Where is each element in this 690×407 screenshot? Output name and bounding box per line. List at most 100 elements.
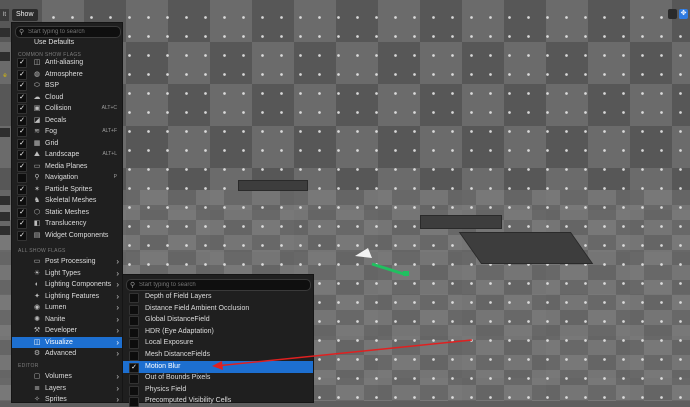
viewport-options-button[interactable]: lt bbox=[0, 9, 9, 21]
toolbar-icon-button[interactable] bbox=[668, 9, 677, 19]
developer-icon: ⚒ bbox=[33, 327, 41, 334]
submenu-lighting-features[interactable]: ✦ Lighting Features › bbox=[12, 291, 122, 302]
submenu-developer[interactable]: ⚒ Developer › bbox=[12, 325, 122, 336]
visualize-flag-item[interactable]: Physics Field bbox=[123, 384, 313, 396]
visualize-flag-item[interactable]: Precomputed Visibility Cells bbox=[123, 395, 313, 407]
checkbox[interactable]: ✓ bbox=[17, 161, 27, 172]
submenu-sprites[interactable]: ✧ Sprites › bbox=[12, 394, 122, 405]
checkbox[interactable]: ✓ bbox=[17, 69, 27, 80]
checkbox[interactable] bbox=[129, 327, 139, 338]
submenu-light-types[interactable]: ☀ Light Types › bbox=[12, 268, 122, 279]
checkbox[interactable] bbox=[129, 351, 139, 361]
checkbox[interactable] bbox=[129, 316, 139, 327]
menu-item-label: Fog bbox=[45, 128, 58, 135]
visualize-flag-item[interactable]: Depth of Field Layers bbox=[123, 291, 313, 303]
checkbox[interactable]: ✓ bbox=[17, 219, 27, 229]
chevron-right-icon: › bbox=[116, 337, 119, 347]
gizmo-green-axis[interactable] bbox=[371, 262, 408, 277]
visualize-flag-item[interactable]: Distance Field Ambient Occlusion bbox=[123, 303, 313, 315]
show-flag-bsp[interactable]: ✓ ⬭ BSP bbox=[15, 80, 120, 91]
show-flag-grid[interactable]: ✓ ▦ Grid bbox=[15, 138, 120, 149]
submenu-search[interactable]: ⚲ bbox=[126, 279, 311, 291]
checkbox[interactable]: ✓ bbox=[17, 138, 27, 149]
show-flag-particle-sprites[interactable]: ✓ ✶ Particle Sprites bbox=[15, 184, 120, 195]
submenu-lighting-components[interactable]: ◐ Lighting Components › bbox=[12, 279, 122, 290]
visualize-flag-item[interactable]: ✓ Motion Blur bbox=[123, 360, 313, 373]
show-flag-navigation[interactable]: ⚲ Navigation P bbox=[15, 172, 120, 183]
collision-icon: ▣ bbox=[33, 105, 41, 112]
show-flag-media-planes[interactable]: ✓ ▭ Media Planes bbox=[15, 161, 120, 172]
checkbox[interactable]: ✓ bbox=[17, 230, 27, 241]
checkbox[interactable]: ✓ bbox=[17, 58, 27, 68]
visualize-flag-item[interactable]: Mesh DistanceFields bbox=[123, 349, 313, 361]
show-flag-translucency[interactable]: ✓ ◧ Translucency bbox=[15, 218, 120, 229]
gizmo-green-handle[interactable] bbox=[403, 271, 409, 276]
submenu-advanced[interactable]: ⚙ Advanced › bbox=[12, 348, 122, 359]
menu-item-label: HDR (Eye Adaptation) bbox=[145, 327, 214, 335]
visualize-submenu: ⚲ Depth of Field Layers Distance Field Am… bbox=[122, 274, 314, 407]
menu-search[interactable]: ⚲ bbox=[15, 26, 121, 38]
left-strip-tab[interactable] bbox=[0, 196, 10, 205]
checkbox[interactable] bbox=[129, 304, 139, 315]
checkbox[interactable] bbox=[17, 173, 27, 183]
cloud-icon: ☁ bbox=[33, 93, 41, 101]
checkbox[interactable] bbox=[129, 397, 139, 407]
visualize-flag-item[interactable]: HDR (Eye Adaptation) bbox=[123, 326, 313, 338]
visualize-icon: ◫ bbox=[33, 338, 41, 346]
show-flag-atmosphere[interactable]: ✓ ◍ Atmosphere bbox=[15, 69, 120, 80]
show-flag-skeletal-meshes[interactable]: ✓ ♞ Skeletal Meshes bbox=[15, 195, 120, 206]
checkbox[interactable] bbox=[129, 293, 139, 303]
atmosphere-icon: ◍ bbox=[33, 70, 41, 78]
nanite-icon: ✺ bbox=[34, 315, 40, 323]
show-flag-landscape[interactable]: ✓ ⛰ Landscape ALT+L bbox=[15, 149, 120, 160]
lighting-features-icon: ✦ bbox=[34, 292, 40, 300]
left-strip-tab[interactable] bbox=[0, 212, 10, 221]
checkbox[interactable]: ✓ bbox=[17, 184, 27, 195]
checkbox[interactable] bbox=[129, 339, 139, 350]
submenu-search-input[interactable] bbox=[139, 280, 304, 290]
checkbox[interactable] bbox=[129, 385, 139, 396]
show-flag-fog[interactable]: ✓ ≋ Fog ALT+F bbox=[15, 126, 120, 137]
use-defaults-item[interactable]: Use Defaults bbox=[34, 39, 74, 46]
show-flag-antialias[interactable]: ✓ ◫ Anti-aliasing bbox=[15, 57, 120, 68]
transform-gizmo[interactable] bbox=[350, 244, 420, 284]
menu-search-input[interactable] bbox=[28, 27, 116, 37]
submenu-post-processing[interactable]: ▭ Post Processing › bbox=[12, 256, 122, 267]
left-strip-tab[interactable] bbox=[0, 52, 10, 61]
show-flag-decals[interactable]: ✓ ◪ Decals bbox=[15, 115, 120, 126]
left-strip-tab[interactable] bbox=[0, 128, 10, 137]
checkbox[interactable]: ✓ bbox=[17, 92, 27, 103]
show-flag-cloud[interactable]: ✓ ☁ Cloud bbox=[15, 92, 120, 103]
menu-item-label: Physics Field bbox=[145, 385, 187, 393]
static-meshes-icon: ⬡ bbox=[33, 208, 41, 216]
menu-item-label: Advanced bbox=[45, 350, 77, 357]
visualize-flag-item[interactable]: Local Exposure bbox=[123, 337, 313, 350]
submenu-nanite[interactable]: ✺ Nanite › bbox=[12, 314, 122, 325]
show-flag-widget-components[interactable]: ✓ ▤ Widget Components bbox=[15, 230, 120, 241]
show-button[interactable]: Show bbox=[12, 9, 38, 21]
submenu-lumen[interactable]: ◉ Lumen › bbox=[12, 302, 122, 313]
menu-item-label: Visualize bbox=[45, 338, 73, 346]
checkbox[interactable]: ✓ bbox=[17, 196, 27, 206]
checkbox[interactable] bbox=[129, 374, 139, 385]
checkbox[interactable]: ✓ bbox=[17, 127, 27, 137]
checkbox[interactable]: ✓ bbox=[17, 207, 27, 218]
checkbox[interactable]: ✓ bbox=[17, 81, 27, 91]
chevron-right-icon: › bbox=[116, 268, 119, 278]
left-strip-tab[interactable] bbox=[0, 226, 10, 235]
visualize-flag-item[interactable]: Global DistanceField bbox=[123, 314, 313, 327]
checkbox[interactable]: ✓ bbox=[129, 362, 139, 373]
volumes-icon: ▢ bbox=[33, 373, 41, 380]
left-strip-tab[interactable] bbox=[0, 28, 10, 37]
checkbox[interactable]: ✓ bbox=[17, 150, 27, 160]
menu-item-label: Widget Components bbox=[45, 231, 109, 239]
submenu-visualize[interactable]: ◫ Visualize › bbox=[12, 336, 122, 348]
transform-mode-icon[interactable]: ✥ bbox=[679, 9, 688, 19]
show-flag-collision[interactable]: ✓ ▣ Collision ALT+C bbox=[15, 103, 120, 114]
visualize-flag-item[interactable]: Out of Bounds Pixels bbox=[123, 372, 313, 385]
checkbox[interactable]: ✓ bbox=[17, 104, 27, 114]
show-flag-static-meshes[interactable]: ✓ ⬡ Static Meshes bbox=[15, 207, 120, 218]
submenu-layers[interactable]: ≣ Layers › bbox=[12, 383, 122, 394]
checkbox[interactable]: ✓ bbox=[17, 115, 27, 126]
submenu-volumes[interactable]: ▢ Volumes › bbox=[12, 371, 122, 382]
